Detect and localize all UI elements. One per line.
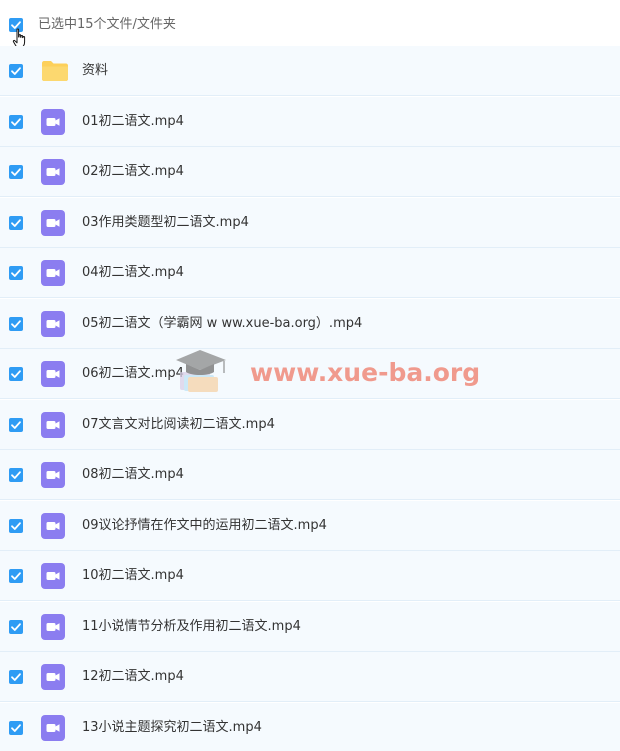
row-checkbox[interactable] [9, 620, 23, 634]
row-checkbox[interactable] [9, 468, 23, 482]
check-icon [11, 421, 21, 429]
row-checkbox[interactable] [9, 115, 23, 129]
check-icon [11, 67, 21, 75]
check-icon [11, 623, 21, 631]
check-icon [11, 572, 21, 580]
video-file-icon [41, 412, 65, 438]
file-row[interactable]: 03作用类题型初二语文.mp4 [0, 198, 620, 248]
video-file-icon [41, 311, 65, 337]
row-checkbox[interactable] [9, 317, 23, 331]
file-name: 08初二语文.mp4 [82, 467, 184, 482]
check-icon [11, 370, 21, 378]
file-name: 07文言文对比阅读初二语文.mp4 [82, 417, 275, 432]
file-row[interactable]: 05初二语文（学霸网 w ww.xue-ba.org）.mp4 [0, 299, 620, 349]
video-file-icon [41, 462, 65, 488]
file-name: 09议论抒情在作文中的运用初二语文.mp4 [82, 518, 327, 533]
video-file-icon [41, 159, 65, 185]
watermark: www.xue-ba.org [170, 346, 480, 394]
row-checkbox[interactable] [9, 165, 23, 179]
file-name: 06初二语文.mp4 [82, 366, 184, 381]
row-checkbox[interactable] [9, 367, 23, 381]
video-file-icon [41, 260, 65, 286]
check-icon [11, 471, 21, 479]
graduation-cap-logo-icon [176, 350, 226, 392]
file-row[interactable]: 资料 [0, 46, 620, 96]
file-row[interactable]: 10初二语文.mp4 [0, 551, 620, 601]
file-name: 03作用类题型初二语文.mp4 [82, 215, 249, 230]
watermark-text: www.xue-ba.org [250, 358, 481, 387]
file-name: 11小说情节分析及作用初二语文.mp4 [82, 619, 301, 634]
video-file-icon [41, 513, 65, 539]
check-icon [11, 522, 21, 530]
row-checkbox[interactable] [9, 64, 23, 78]
file-name: 04初二语文.mp4 [82, 265, 184, 280]
selection-header: 已选中15个文件/文件夹 [0, 0, 620, 48]
folder-icon [41, 60, 68, 86]
video-file-icon [41, 664, 65, 690]
file-name: 10初二语文.mp4 [82, 568, 184, 583]
file-row[interactable]: 12初二语文.mp4 [0, 652, 620, 702]
file-row[interactable]: 11小说情节分析及作用初二语文.mp4 [0, 602, 620, 652]
video-file-icon [41, 563, 65, 589]
row-checkbox[interactable] [9, 721, 23, 735]
check-icon [11, 320, 21, 328]
row-checkbox[interactable] [9, 266, 23, 280]
file-row[interactable]: 01初二语文.mp4 [0, 97, 620, 147]
file-name: 资料 [82, 63, 109, 78]
video-file-icon [41, 715, 65, 741]
file-row[interactable]: 07文言文对比阅读初二语文.mp4 [0, 400, 620, 450]
file-row[interactable]: 04初二语文.mp4 [0, 248, 620, 298]
row-checkbox[interactable] [9, 519, 23, 533]
video-file-icon [41, 109, 65, 135]
file-name: 05初二语文（学霸网 w ww.xue-ba.org）.mp4 [82, 316, 363, 331]
check-icon [11, 168, 21, 176]
row-checkbox[interactable] [9, 216, 23, 230]
file-row[interactable]: 08初二语文.mp4 [0, 450, 620, 500]
file-name: 13小说主题探究初二语文.mp4 [82, 720, 262, 735]
file-row[interactable]: 09议论抒情在作文中的运用初二语文.mp4 [0, 501, 620, 551]
video-file-icon [41, 614, 65, 640]
row-checkbox[interactable] [9, 418, 23, 432]
check-icon [11, 724, 21, 732]
check-icon [11, 118, 21, 126]
file-name: 02初二语文.mp4 [82, 164, 184, 179]
file-list-page: 已选中15个文件/文件夹 资料 01初二语文.mp4 02初二语文.mp4 03作用类… [0, 0, 620, 751]
video-file-icon [41, 210, 65, 236]
video-file-icon [41, 361, 65, 387]
file-name: 12初二语文.mp4 [82, 669, 184, 684]
selection-count-label: 已选中15个文件/文件夹 [38, 17, 176, 32]
file-name: 01初二语文.mp4 [82, 114, 184, 129]
file-row[interactable]: 13小说主题探究初二语文.mp4 [0, 703, 620, 751]
row-checkbox[interactable] [9, 569, 23, 583]
check-icon [11, 219, 21, 227]
check-icon [11, 673, 21, 681]
check-icon [11, 269, 21, 277]
file-row[interactable]: 02初二语文.mp4 [0, 147, 620, 197]
row-checkbox[interactable] [9, 670, 23, 684]
